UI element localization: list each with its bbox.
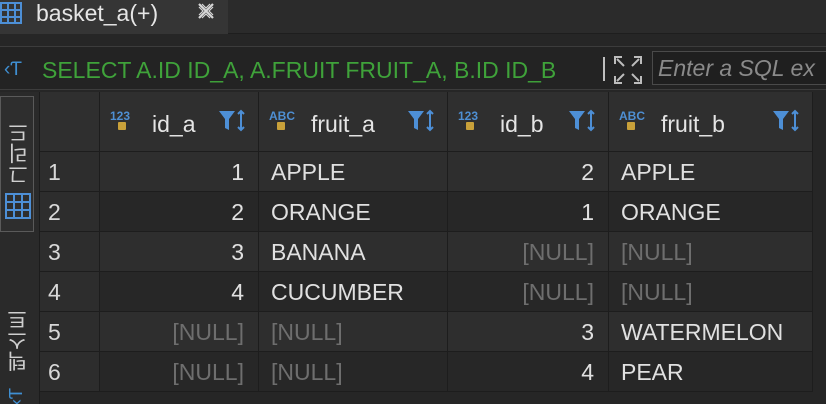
table-cell[interactable]: [NULL] bbox=[259, 352, 448, 392]
tab-grid[interactable]: 그리드 bbox=[0, 96, 34, 232]
filter-sort-icon[interactable] bbox=[771, 108, 803, 136]
table-cell[interactable]: BANANA bbox=[259, 232, 448, 272]
text-mode-icon[interactable]: ‹Ƭ bbox=[6, 388, 27, 404]
table-cell[interactable]: APPLE bbox=[609, 152, 813, 192]
column-header-fruit-a[interactable]: ABC fruit_a bbox=[259, 92, 448, 152]
close-icon[interactable] bbox=[196, 1, 216, 21]
lock-icon bbox=[466, 122, 474, 130]
column-type-icon: 123 bbox=[458, 109, 479, 123]
table-cell[interactable]: APPLE bbox=[259, 152, 448, 192]
sql-query-text[interactable]: SELECT A.ID ID_A, A.FRUIT FRUIT_A, B.ID … bbox=[42, 57, 598, 83]
table-cell[interactable]: 1 bbox=[100, 152, 259, 192]
grid-icon bbox=[5, 193, 31, 219]
table-cell[interactable]: 2 bbox=[100, 192, 259, 232]
table-cell[interactable]: [NULL] bbox=[100, 312, 259, 352]
table-cell[interactable]: 4 bbox=[448, 352, 609, 392]
row-number[interactable]: 5 bbox=[40, 312, 100, 352]
table-cell[interactable]: ORANGE bbox=[259, 192, 448, 232]
table-cell[interactable]: 3 bbox=[100, 232, 259, 272]
editor-tab-bar: basket_a(+) bbox=[0, 0, 826, 34]
table-cell[interactable]: 1 bbox=[448, 192, 609, 232]
sql-query-bar: ‹Ƭ SELECT A.ID ID_A, A.FRUIT FRUIT_A, B.… bbox=[0, 46, 826, 90]
table-cell[interactable]: [NULL] bbox=[448, 272, 609, 312]
table-cell[interactable]: ORANGE bbox=[609, 192, 813, 232]
filter-sort-icon[interactable] bbox=[406, 108, 438, 136]
row-number[interactable]: 6 bbox=[40, 352, 100, 392]
lock-icon bbox=[277, 122, 285, 130]
column-name: id_a bbox=[152, 111, 196, 137]
table-cell[interactable]: [NULL] bbox=[100, 352, 259, 392]
table-cell[interactable]: WATERMELON bbox=[609, 312, 813, 352]
grid-corner[interactable] bbox=[40, 92, 100, 152]
table-cell[interactable]: [NULL] bbox=[609, 232, 813, 272]
column-name: fruit_a bbox=[311, 111, 375, 137]
filter-sort-icon[interactable] bbox=[217, 108, 249, 136]
column-type-icon: ABC bbox=[619, 109, 645, 123]
tab-title: basket_a(+) bbox=[36, 0, 159, 26]
expand-icon[interactable] bbox=[612, 54, 644, 86]
row-number[interactable]: 1 bbox=[40, 152, 100, 192]
sql-text-icon: ‹Ƭ bbox=[4, 59, 22, 80]
column-header-fruit-b[interactable]: ABC fruit_b bbox=[609, 92, 813, 152]
table-cell[interactable]: PEAR bbox=[609, 352, 813, 392]
table-cell[interactable]: 3 bbox=[448, 312, 609, 352]
view-mode-panel: 그리드 텍스트 ‹Ƭ bbox=[0, 92, 40, 404]
column-type-icon: 123 bbox=[110, 109, 131, 123]
text-tab-label[interactable]: 텍스트 bbox=[4, 262, 34, 372]
results-grid: 123 id_a ABC fruit_a 123 id_b ABC fruit_b 1 1 APPL… bbox=[40, 92, 826, 404]
lock-icon bbox=[627, 122, 635, 130]
row-number[interactable]: 3 bbox=[40, 232, 100, 272]
grid-tab-label: 그리드 bbox=[8, 122, 31, 185]
table-cell[interactable]: [NULL] bbox=[448, 232, 609, 272]
table-cell[interactable]: CUCUMBER bbox=[259, 272, 448, 312]
column-name: fruit_b bbox=[661, 111, 725, 137]
separator bbox=[603, 57, 605, 81]
table-cell[interactable]: [NULL] bbox=[609, 272, 813, 312]
table-cell[interactable]: 4 bbox=[100, 272, 259, 312]
table-icon bbox=[0, 2, 22, 24]
column-header-id-a[interactable]: 123 id_a bbox=[100, 92, 259, 152]
column-type-icon: ABC bbox=[269, 109, 295, 123]
filter-sort-icon[interactable] bbox=[567, 108, 599, 136]
table-cell[interactable]: [NULL] bbox=[259, 312, 448, 352]
tab-basket-a[interactable]: basket_a(+) bbox=[0, 0, 228, 34]
column-header-id-b[interactable]: 123 id_b bbox=[448, 92, 609, 152]
row-number[interactable]: 4 bbox=[40, 272, 100, 312]
table-cell[interactable]: 2 bbox=[448, 152, 609, 192]
row-number[interactable]: 2 bbox=[40, 192, 100, 232]
column-name: id_b bbox=[500, 111, 544, 137]
lock-icon bbox=[118, 122, 126, 130]
filter-input[interactable]: Enter a SQL ex bbox=[652, 51, 826, 85]
